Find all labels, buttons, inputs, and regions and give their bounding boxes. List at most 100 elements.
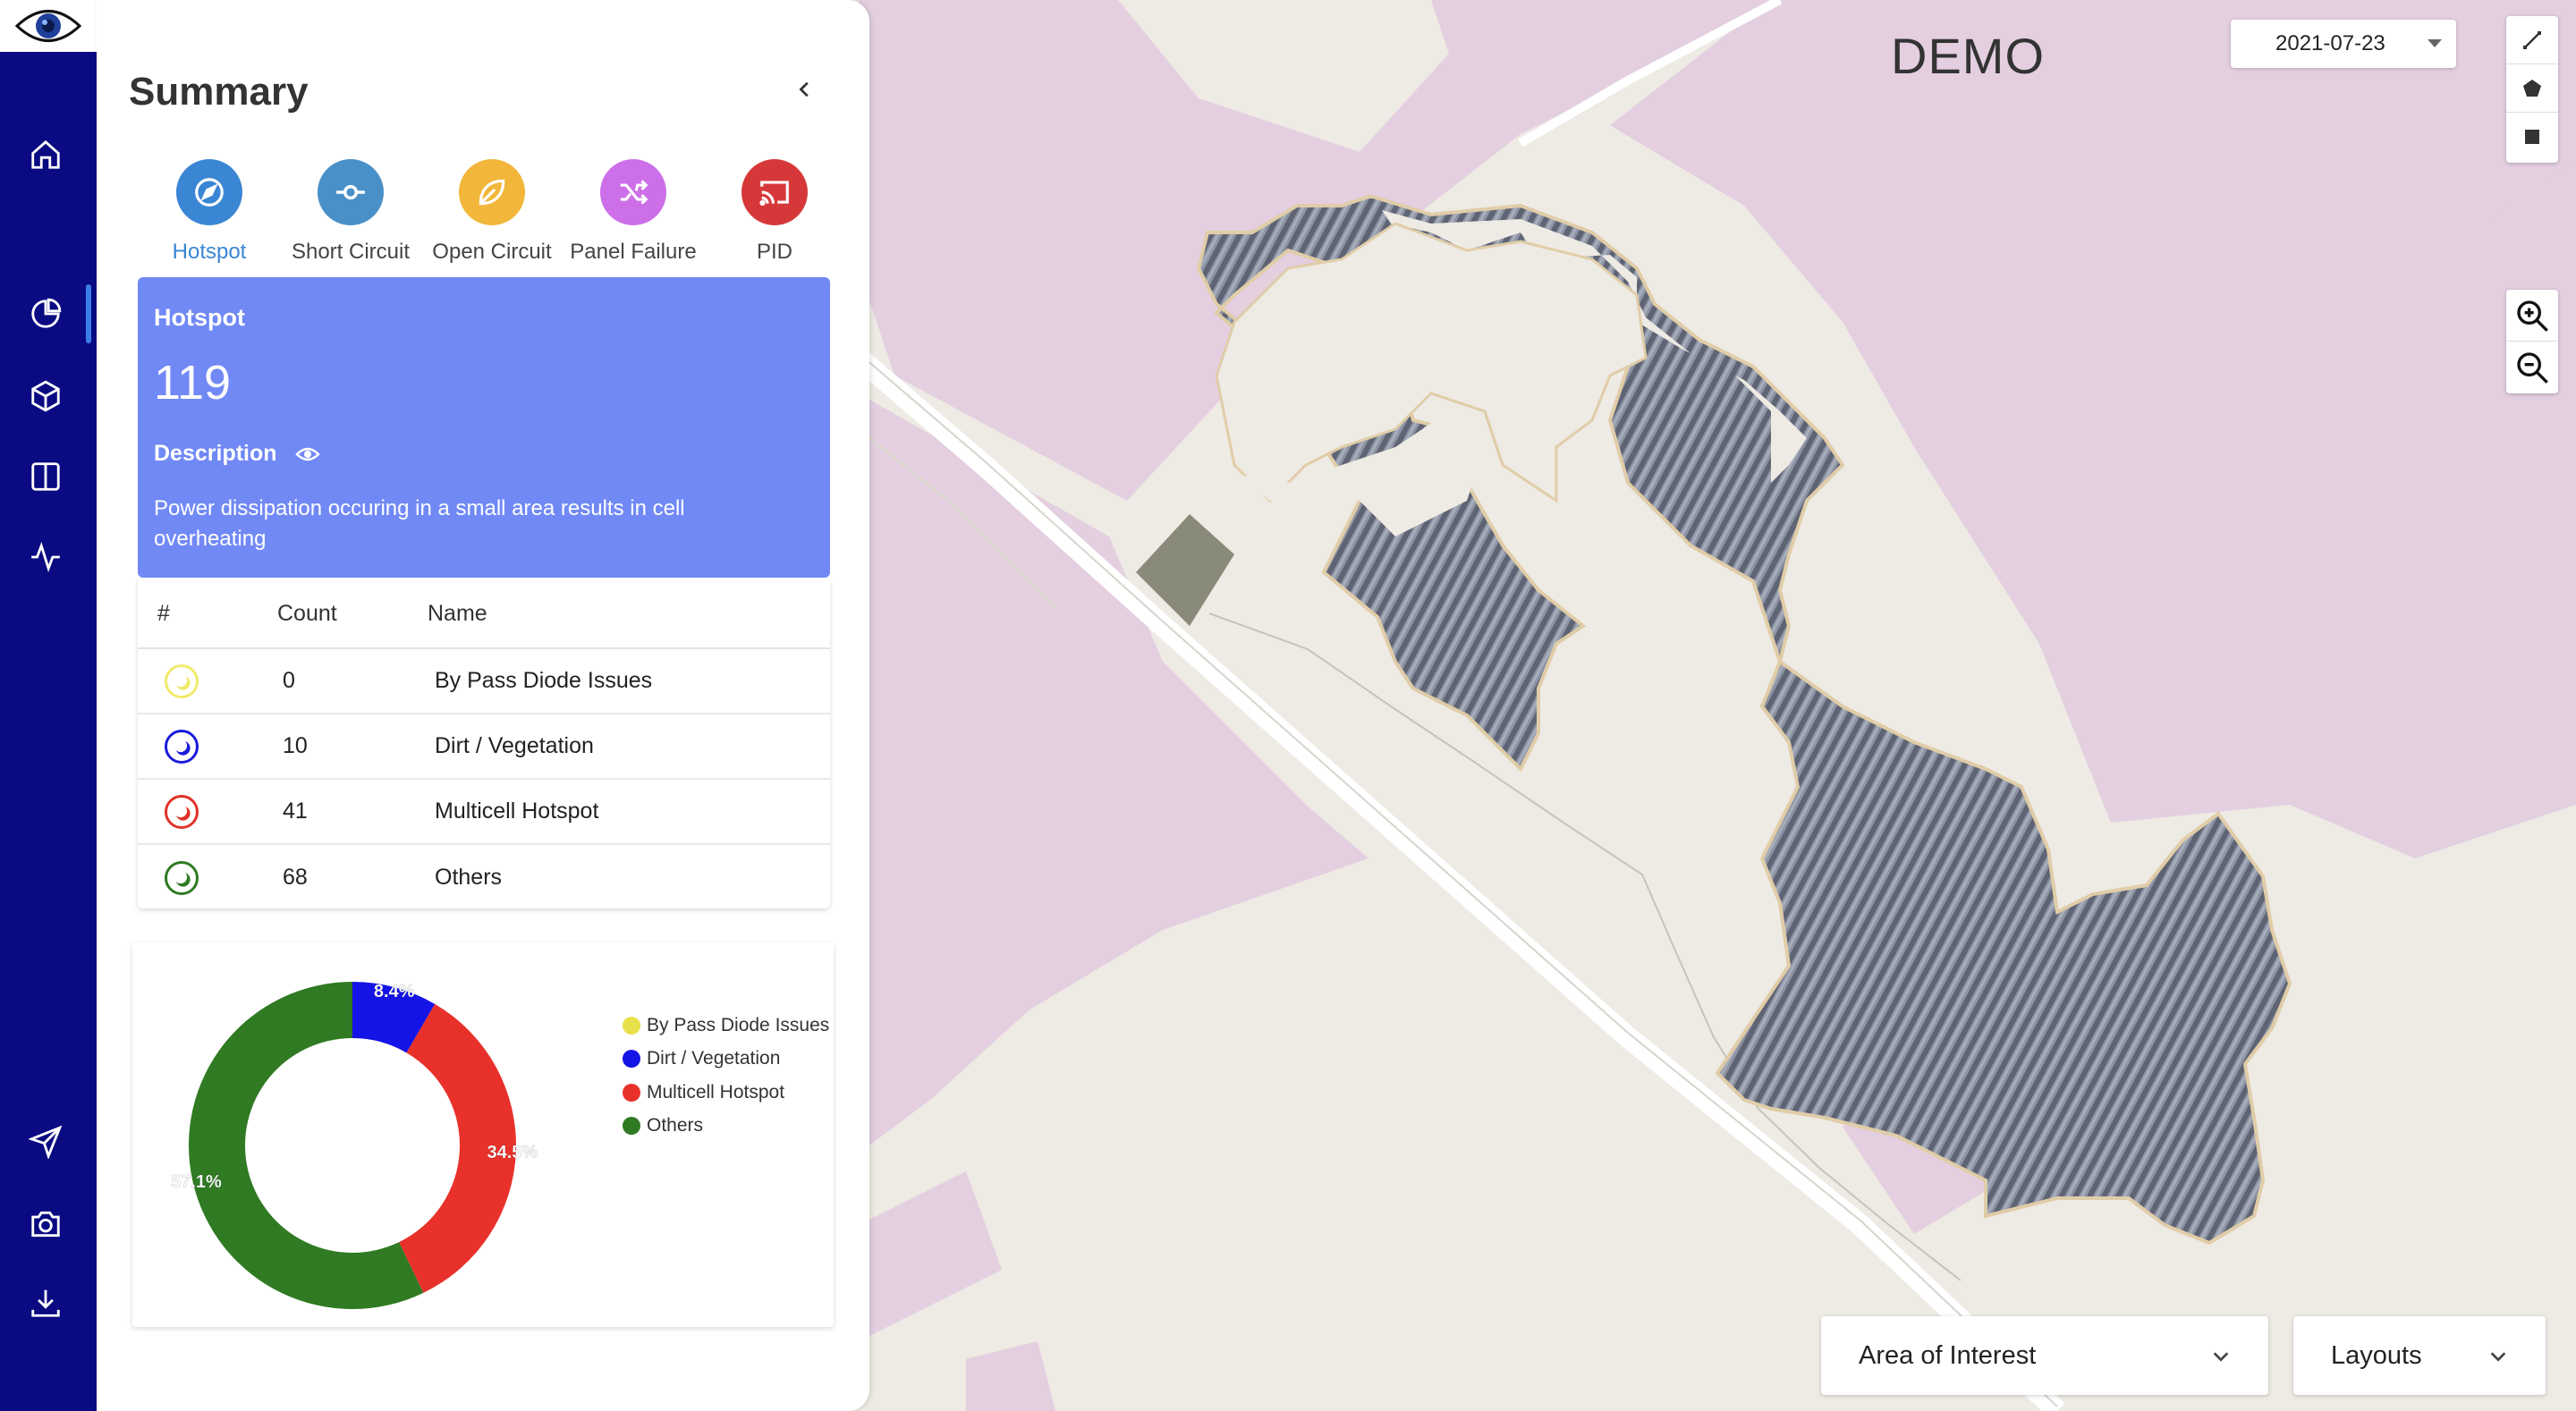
nav-share[interactable]	[16, 1112, 75, 1171]
issue-type-panel-failure[interactable]: Panel Failure	[562, 159, 705, 265]
nav-screenshot[interactable]	[16, 1195, 75, 1254]
layouts-select[interactable]: Layouts	[2293, 1316, 2546, 1395]
draw-line-button[interactable]	[2506, 16, 2558, 64]
draw-polygon-button[interactable]	[2506, 64, 2558, 113]
legend-label: By Pass Diode Issues	[647, 1014, 830, 1035]
table-row[interactable]: 68 Others	[138, 845, 830, 910]
leaf-icon	[459, 159, 525, 225]
nav-activity[interactable]	[16, 528, 75, 587]
legend-swatch	[623, 1117, 640, 1136]
row-count: 68	[283, 865, 308, 890]
rectangle-tool-icon	[2525, 130, 2539, 144]
row-name: Dirt / Vegetation	[435, 733, 594, 758]
eye-logo-icon	[14, 10, 82, 42]
left-nav	[0, 0, 97, 1411]
pie-chart-icon	[31, 298, 62, 328]
chevron-left-icon	[799, 81, 809, 97]
moon-icon	[165, 729, 199, 764]
issue-type-label: Short Circuit	[291, 240, 411, 264]
panel-title: Summary	[129, 70, 309, 114]
app-logo[interactable]	[0, 0, 97, 52]
demo-watermark: DEMO	[1891, 28, 2045, 84]
issue-type-label: Open Circuit	[432, 240, 552, 264]
nav-compare[interactable]	[16, 447, 75, 506]
slice-label: 8.4%	[374, 982, 415, 1001]
date-select[interactable]: 2021-07-23	[2231, 20, 2456, 68]
nav-analytics[interactable]	[16, 284, 75, 343]
draw-rectangle-button[interactable]	[2506, 113, 2558, 161]
chart-legend: By Pass Diode Issues Dirt / Vegetation Mul…	[623, 1009, 829, 1143]
legend-swatch	[623, 1050, 640, 1069]
chevron-down-icon	[2490, 1352, 2506, 1362]
nav-active-indicator	[86, 284, 91, 343]
legend-swatch	[623, 1016, 640, 1035]
download-icon	[31, 1289, 60, 1317]
summary-panel: Summary Hotspot Short Circuit Open Circu…	[97, 0, 869, 1411]
col-header-count: Count	[277, 600, 337, 626]
legend-label: Multicell Hotspot	[647, 1081, 785, 1103]
table-header: # Count Name	[138, 579, 830, 649]
zoom-out-button[interactable]	[2506, 342, 2558, 393]
pulse-icon	[31, 541, 60, 573]
issue-type-pid[interactable]: PID	[703, 159, 846, 265]
chevron-down-icon	[2213, 1352, 2229, 1362]
slice-label: 34.5%	[487, 1143, 538, 1162]
nav-home[interactable]	[16, 125, 75, 184]
issue-type-open-circuit[interactable]: Open Circuit	[420, 159, 564, 265]
layouts-label: Layouts	[2331, 1340, 2422, 1370]
legend-label: Dirt / Vegetation	[647, 1048, 781, 1069]
zoom-in-button[interactable]	[2506, 290, 2558, 342]
eye-icon[interactable]	[294, 445, 320, 463]
caret-down-icon	[2428, 39, 2442, 47]
row-count: 0	[283, 668, 295, 693]
area-of-interest-select[interactable]: Area of Interest	[1821, 1316, 2268, 1395]
panel-layout-icon	[31, 462, 60, 491]
col-header-index: #	[157, 600, 170, 626]
legend-item[interactable]: Dirt / Vegetation	[623, 1043, 829, 1077]
moon-icon	[165, 794, 199, 829]
draw-toolbar	[2506, 16, 2558, 163]
row-name: Multicell Hotspot	[435, 798, 599, 824]
collapse-panel-button[interactable]	[785, 70, 825, 109]
zoom-controls	[2506, 290, 2558, 393]
table-row[interactable]: 41 Multicell Hotspot	[138, 780, 830, 845]
table-row[interactable]: 0 By Pass Diode Issues	[138, 649, 830, 714]
card-heading: Hotspot	[154, 304, 245, 331]
send-icon	[29, 1125, 63, 1159]
nav-3d[interactable]	[16, 367, 75, 426]
issue-description: Power dissipation occuring in a small ar…	[154, 496, 685, 551]
issue-type-hotspot[interactable]: Hotspot	[138, 159, 281, 265]
issue-type-label: Hotspot	[172, 240, 247, 264]
slice-label: 57.1%	[171, 1172, 222, 1192]
compass-icon	[176, 159, 242, 225]
zoom-out-icon	[2517, 352, 2548, 384]
camera-icon	[31, 1211, 60, 1238]
cube-icon	[31, 380, 60, 412]
legend-swatch	[623, 1083, 640, 1102]
short-circuit-icon	[318, 159, 384, 225]
issue-table: # Count Name 0 By Pass Diode Issues 10 D…	[138, 579, 830, 908]
issue-count: 119	[154, 356, 232, 410]
selected-date: 2021-07-23	[2275, 31, 2385, 55]
shuffle-icon	[600, 159, 666, 225]
row-count: 10	[283, 733, 308, 758]
issue-type-short-circuit[interactable]: Short Circuit	[279, 159, 422, 265]
line-tool-icon	[2523, 30, 2541, 49]
issue-info-card: Hotspot 119 Description Power dissipatio…	[138, 277, 830, 578]
cast-icon	[741, 159, 808, 225]
table-row[interactable]: 10 Dirt / Vegetation	[138, 714, 830, 780]
home-icon	[31, 139, 60, 169]
issue-type-label: Panel Failure	[570, 240, 697, 264]
moon-icon	[165, 860, 199, 895]
row-name: By Pass Diode Issues	[435, 668, 653, 693]
row-count: 41	[283, 798, 308, 824]
zoom-in-icon	[2517, 300, 2548, 332]
legend-item[interactable]: By Pass Diode Issues	[623, 1009, 829, 1043]
issue-type-selector: Hotspot Short Circuit Open Circuit Panel…	[138, 159, 844, 265]
moon-icon	[165, 663, 199, 698]
legend-item[interactable]: Others	[623, 1110, 829, 1144]
legend-label: Others	[647, 1115, 704, 1136]
col-header-name: Name	[428, 600, 487, 626]
legend-item[interactable]: Multicell Hotspot	[623, 1076, 829, 1110]
nav-download[interactable]	[16, 1273, 75, 1332]
